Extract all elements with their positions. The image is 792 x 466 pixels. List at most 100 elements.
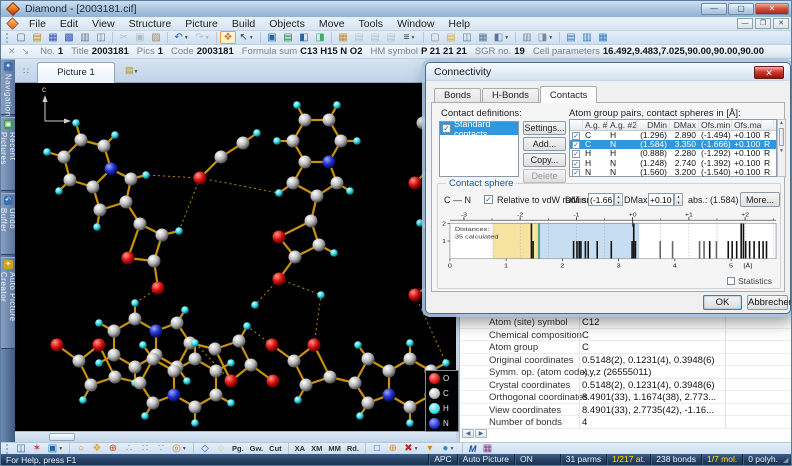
tile-windows-icon[interactable]: ▦ <box>475 31 491 44</box>
sidebar-tab-undo-buffer[interactable]: ↶ Undo Buffer <box>1 193 15 255</box>
dmin-spinner[interactable]: ▲▼ <box>614 193 623 206</box>
relative-checkbox-icon[interactable]: ✓ <box>484 195 493 204</box>
toolbar-text-button-cut[interactable]: Cut <box>266 444 285 453</box>
prop-row-view-coordinates[interactable]: View coordinates8.4901(33), 2.7735(42), … <box>460 404 792 417</box>
new-file-icon[interactable]: ▢ <box>13 31 29 44</box>
save-all-icon[interactable]: ▩ <box>61 31 77 44</box>
undo-icon[interactable]: ↶▼ <box>171 31 192 44</box>
add-button[interactable]: Add... <box>523 137 566 151</box>
prop-row-symm-op[interactable]: Symm. op. (atom code)x,y,z (26555011) <box>460 366 792 379</box>
toolbar-text-button-pg[interactable]: Pg. <box>229 444 247 453</box>
picture-split-icon[interactable]: ◧ <box>296 31 312 44</box>
copy-button[interactable]: Copy... <box>523 153 566 167</box>
table-header[interactable]: A.g. #1 A.g. #2 DMin DMax Ofs.min Ofs.ma… <box>570 120 776 131</box>
delete-structure-icon[interactable]: ✕ <box>8 46 16 57</box>
mdi-restore-button[interactable]: ❐ <box>755 18 771 29</box>
table-scrollbar[interactable]: ▲▼ <box>777 119 786 177</box>
chart-icon[interactable]: ▤ <box>563 31 579 44</box>
new-picture-tab-icon[interactable]: ▤▼ <box>125 65 149 79</box>
atom-spheres[interactable] <box>43 101 456 427</box>
table-row-selected[interactable]: ✓ CN (1.584)3.350 (-1.666)+0.100 R <box>570 140 776 149</box>
statistics-checkbox[interactable]: Statistics <box>727 276 772 286</box>
picture-layout-icon[interactable]: ◨ <box>312 31 328 44</box>
menu-picture[interactable]: Picture <box>178 17 225 31</box>
toolbar-grip[interactable] <box>6 33 10 43</box>
print-preview-icon[interactable]: ◫ <box>93 31 109 44</box>
prop-row-original-coordinates[interactable]: Original coordinates0.5148(2), 0.1231(4)… <box>460 354 792 367</box>
menu-build[interactable]: Build <box>225 17 262 31</box>
menu-help[interactable]: Help <box>441 17 477 31</box>
list-item-standard-contacts[interactable]: ✓ Standard contacts <box>440 122 518 135</box>
pan-tool-icon[interactable]: ❖ <box>220 31 236 44</box>
sidebar-tab-navigation[interactable]: ✦ Navigation <box>1 59 15 115</box>
tab-picture-1[interactable]: Picture 1 <box>37 62 115 83</box>
more-button[interactable]: More... <box>740 192 780 207</box>
sidebar-tab-auto-picture-creator[interactable]: ✦ Auto Picture Creator <box>1 257 15 349</box>
save-icon[interactable]: ▦ <box>45 31 61 44</box>
distances-icon[interactable]: ▥ <box>579 31 595 44</box>
mdi-minimize-button[interactable]: — <box>737 18 753 29</box>
paste-icon[interactable]: ▨ <box>148 31 164 44</box>
picture-edit-icon[interactable]: ▤ <box>280 31 296 44</box>
print-icon[interactable]: ▥ <box>77 31 93 44</box>
picture-window-icon[interactable]: ▣ <box>264 31 280 44</box>
tab-contacts[interactable]: Contacts <box>540 86 598 103</box>
row-checkbox-icon[interactable]: ✓ <box>572 169 580 177</box>
toolbar-grip[interactable] <box>6 444 10 454</box>
data-brick-icon[interactable]: ▦ <box>335 31 351 44</box>
toolbar-text-button-xa[interactable]: XA <box>292 444 308 453</box>
menu-view[interactable]: View <box>85 17 122 31</box>
window-list-icon[interactable]: ◧▼ <box>491 31 512 44</box>
scrollbar-thumb[interactable] <box>49 433 75 441</box>
status-auto-picture[interactable]: Auto Picture <box>457 454 514 465</box>
row-checkbox-icon[interactable]: ✓ <box>572 150 580 158</box>
structure-3d-view[interactable]: c a <box>15 83 456 431</box>
view-options-icon[interactable]: ◨▼ <box>535 31 556 44</box>
settings-button[interactable]: Settings... <box>523 121 566 135</box>
menu-edit[interactable]: Edit <box>53 17 85 31</box>
dmin-field[interactable] <box>588 193 614 206</box>
menu-file[interactable]: File <box>22 17 53 31</box>
goto-structure-icon[interactable]: ↘ <box>22 46 30 57</box>
cascade-windows-icon[interactable]: ◫ <box>459 31 475 44</box>
resize-grip-icon[interactable]: ◢ <box>783 456 792 464</box>
prop-row-orthogonal-coordinates[interactable]: Orthogonal coordinates8.4901(33), 1.1674… <box>460 391 792 404</box>
properties-icon[interactable]: ▥ <box>519 31 535 44</box>
table-view-icon[interactable]: ▦ <box>595 31 611 44</box>
prop-row-atom-symbol[interactable]: Atom (site) symbolC12 <box>460 316 792 329</box>
toolbar-text-button-gw[interactable]: Gw. <box>247 444 266 453</box>
window-list-grid-icon[interactable]: ∷ <box>19 64 33 78</box>
columns-icon[interactable]: ≡▼ <box>399 31 420 44</box>
ok-button[interactable]: OK <box>703 295 742 310</box>
mdi-close-button[interactable]: ✕ <box>773 18 789 29</box>
toolbar-text-button-rd[interactable]: Rd. <box>344 444 362 453</box>
menu-tools[interactable]: Tools <box>352 17 391 31</box>
toolbar-text-button-mm[interactable]: MM <box>325 444 344 453</box>
scroll-left-icon[interactable]: ◀ <box>462 429 474 438</box>
blank-page-icon[interactable]: ▢ <box>427 31 443 44</box>
table-row[interactable]: ✓ HH (0.888)2.280 (-1.292)+0.100 R <box>570 149 776 158</box>
row-checkbox-icon[interactable]: ✓ <box>572 132 580 140</box>
contact-definitions-list[interactable]: ✓ Standard contacts <box>439 121 519 177</box>
dialog-titlebar[interactable]: Connectivity <box>426 63 790 81</box>
dmax-field[interactable] <box>648 193 674 206</box>
minimize-button[interactable]: — <box>701 3 727 15</box>
scroll-right-icon[interactable]: ▶ <box>475 429 487 438</box>
row-checkbox-icon[interactable]: ✓ <box>572 160 580 168</box>
table-row[interactable]: ✓ CH (1.296)2.890 (-1.494)+0.100 R <box>570 131 776 140</box>
open-folder-icon[interactable]: ▤ <box>29 31 45 44</box>
prop-row-crystal-coordinates[interactable]: Crystal coordinates0.5148(2), 0.1231(4),… <box>460 379 792 392</box>
menu-window[interactable]: Window <box>390 17 441 31</box>
table-row[interactable]: ✓ HN (1.248)2.740 (-1.392)+0.100 R <box>570 159 776 168</box>
new-picture-icon[interactable]: ▤ <box>443 31 459 44</box>
prop-row-atom-group[interactable]: Atom groupC <box>460 341 792 354</box>
menu-objects[interactable]: Objects <box>262 17 312 31</box>
row-checkbox-icon[interactable]: ✓ <box>572 141 580 149</box>
table-row[interactable]: ✓ NN (1.560)3.200 (-1.540)+0.100 R <box>570 168 776 177</box>
canvas-horizontal-scrollbar[interactable] <box>15 431 456 442</box>
toolbar-text-button-xm[interactable]: XM <box>308 444 325 453</box>
prop-row-chemical-composition[interactable]: Chemical compositionC <box>460 329 792 342</box>
statistics-checkbox-icon[interactable] <box>727 277 735 285</box>
menu-move[interactable]: Move <box>312 17 352 31</box>
checkbox-checked-icon[interactable]: ✓ <box>442 124 451 133</box>
